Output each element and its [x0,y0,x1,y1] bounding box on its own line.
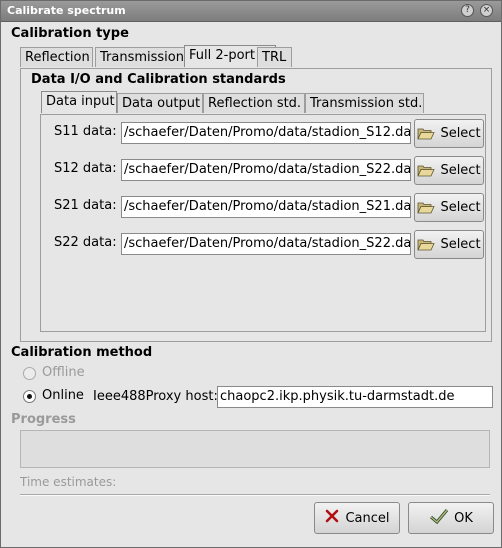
progress-heading: Progress [11,412,76,427]
time-estimates-label: Time estimates: [20,475,117,489]
s11-label: S11 data: [54,124,117,139]
folder-open-icon [417,201,436,214]
calibration-method-heading: Calibration method [11,345,153,360]
online-label: Online [42,388,84,403]
tab-label: Transmission [100,50,184,65]
s12-label: S12 data: [54,161,117,176]
radio-selected-dot [27,394,32,399]
tab-data-output[interactable]: Data output [117,93,203,113]
tab-transmission-std[interactable]: Transmission std. [305,93,424,113]
tab-reflection[interactable]: Reflection [20,47,93,67]
data-io-tabs: Data input Data output Reflection std. T… [41,91,451,115]
select-label: Select [440,126,481,141]
ok-icon [429,508,449,528]
full-2-port-panel: Data I/O and Calibration standards Data … [20,68,492,342]
calibrate-spectrum-dialog: Calibrate spectrum ? × Calibration type … [0,0,502,548]
folder-open-icon [417,164,436,177]
tab-reflection-std[interactable]: Reflection std. [203,93,305,113]
help-icon[interactable]: ? [461,4,474,17]
title-bar: Calibrate spectrum ? × [1,1,501,22]
s21-path-field[interactable]: /schaefer/Daten/Promo/data/stadion_S21.d… [121,196,411,218]
cancel-button[interactable]: Cancel [314,502,400,534]
ok-button[interactable]: OK [408,502,494,534]
ok-label: OK [454,510,473,526]
cancel-label: Cancel [345,510,390,526]
select-label: Select [440,163,481,178]
s11-path-field[interactable]: /schaefer/Daten/Promo/data/stadion_S12.d… [121,122,411,144]
tab-label: Transmission std. [310,96,423,111]
s11-select-button[interactable]: Select [414,119,484,148]
folder-open-icon [417,127,436,140]
tab-label: Reflection [25,50,90,65]
data-io-heading: Data I/O and Calibration standards [31,72,286,87]
s21-label: S21 data: [54,198,117,213]
window-title: Calibrate spectrum [7,4,126,17]
s12-select-button[interactable]: Select [414,156,484,185]
offline-label: Offline [42,365,85,380]
tab-label: TRL [262,50,287,65]
online-radio[interactable] [23,390,36,403]
data-input-panel: S11 data: /schaefer/Daten/Promo/data/sta… [40,114,486,332]
calibration-type-heading: Calibration type [11,26,129,41]
calibration-type-tabs: Reflection Transmission Full 2-port TRL [20,45,295,69]
tab-data-input[interactable]: Data input [41,91,117,113]
s12-path-field[interactable]: /schaefer/Daten/Promo/data/stadion_S22.d… [121,159,411,181]
progress-bar [20,430,490,468]
tab-label: Reflection std. [208,96,302,111]
tab-label: Data input [46,94,115,109]
close-icon[interactable]: × [480,4,493,17]
select-label: Select [440,237,481,252]
select-label: Select [440,200,481,215]
proxy-host-field[interactable]: chaopc2.ikp.physik.tu-darmstadt.de [217,386,493,408]
s21-select-button[interactable]: Select [414,193,484,222]
proxy-host-label: Ieee488Proxy host: [93,389,218,404]
tab-label: Data output [122,96,201,111]
s22-select-button[interactable]: Select [414,230,484,259]
tab-label: Full 2-port [189,48,255,63]
offline-radio[interactable] [23,367,36,380]
cancel-icon [324,508,340,528]
s22-label: S22 data: [54,235,117,250]
folder-open-icon [417,238,436,251]
divider [20,494,490,496]
s22-path-field[interactable]: /schaefer/Daten/Promo/data/stadion_S22.d… [121,233,411,255]
tab-trl[interactable]: TRL [257,47,292,67]
